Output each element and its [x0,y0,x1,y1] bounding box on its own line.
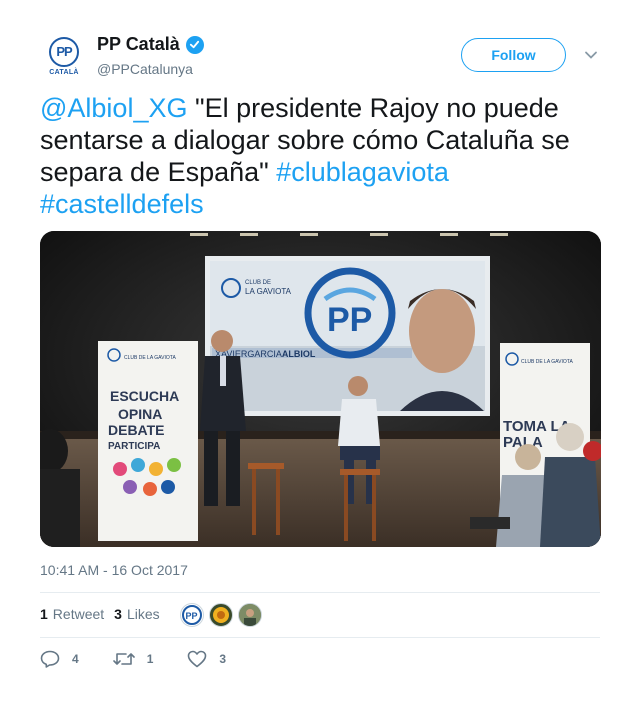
liker-avatar[interactable] [209,603,233,627]
photo-scene: PP CLUB DE LA GAVIOTA XAVIERGARCIAALBIOL… [40,231,601,547]
screen-name-part2: GARCIA [247,349,282,359]
retweet-action[interactable]: 1 [112,650,154,668]
reply-count: 4 [72,652,79,666]
author-avatar[interactable]: PP CATALÀ [40,32,88,80]
retweets-label: Retweet [52,606,105,622]
heart-icon [188,650,207,668]
liker-avatar[interactable] [238,603,262,627]
screen-name-part3: ALBIOL [282,349,316,359]
likes-label: Likes [126,606,160,622]
reply-action[interactable]: 4 [40,650,79,668]
author-info: PP Català @PPCatalunya [97,34,204,77]
liker-avatars: PP [180,603,262,627]
retweet-icon [112,653,135,665]
divider [40,637,600,638]
hashtag-link[interactable]: #castelldefels [40,189,204,219]
liker-avatar[interactable]: PP [180,603,204,627]
chevron-down-icon[interactable] [584,48,598,62]
reply-icon [40,650,60,668]
banner-left-club: CLUB DE LA GAVIOTA [124,355,176,361]
pp-logo-icon: PP [49,36,79,67]
screen-pp-logo: PP [327,301,372,339]
avatar-subtext: CATALÀ [49,68,79,76]
author-handle[interactable]: @PPCatalunya [97,61,204,77]
verified-badge-icon [185,35,204,54]
follow-button[interactable]: Follow [461,38,566,72]
banner-left-line: PARTICIPA [108,441,160,452]
mention-link[interactable]: @Albiol_XG [40,93,187,123]
likes-count: 3 [114,606,122,622]
screen-club-line2: LA GAVIOTA [245,287,292,296]
tweet-actions: 4 1 3 [40,650,260,668]
banner-left-line: DEBATE [108,422,165,438]
banner-right-club: CLUB DE LA GAVIOTA [521,359,573,365]
tweet-photo[interactable]: PP CLUB DE LA GAVIOTA XAVIERGARCIAALBIOL… [40,231,601,547]
author-name[interactable]: PP Català [97,34,180,55]
retweets-count: 1 [40,606,48,622]
like-count: 3 [219,652,227,666]
divider [40,592,600,593]
banner-left-line: ESCUCHA [110,388,179,404]
retweet-count: 1 [146,652,154,666]
svg-text:PP: PP [186,611,198,621]
hashtag-link[interactable]: #clublagaviota [276,157,449,187]
tweet-text: @Albiol_XG "El presidente Rajoy no puede… [40,92,610,220]
tweet-timestamp[interactable]: 10:41 AM - 16 Oct 2017 [40,562,188,578]
like-action[interactable]: 3 [187,650,226,668]
screen-club-line1: CLUB DE [245,280,271,286]
engagement-stats: 1 Retweet 3 Likes [40,606,170,622]
banner-left-line: OPINA [118,406,162,422]
likes-stat[interactable]: 3 Likes [114,606,159,622]
retweets-stat[interactable]: 1 Retweet [40,606,104,622]
author-name-row[interactable]: PP Català [97,34,204,55]
